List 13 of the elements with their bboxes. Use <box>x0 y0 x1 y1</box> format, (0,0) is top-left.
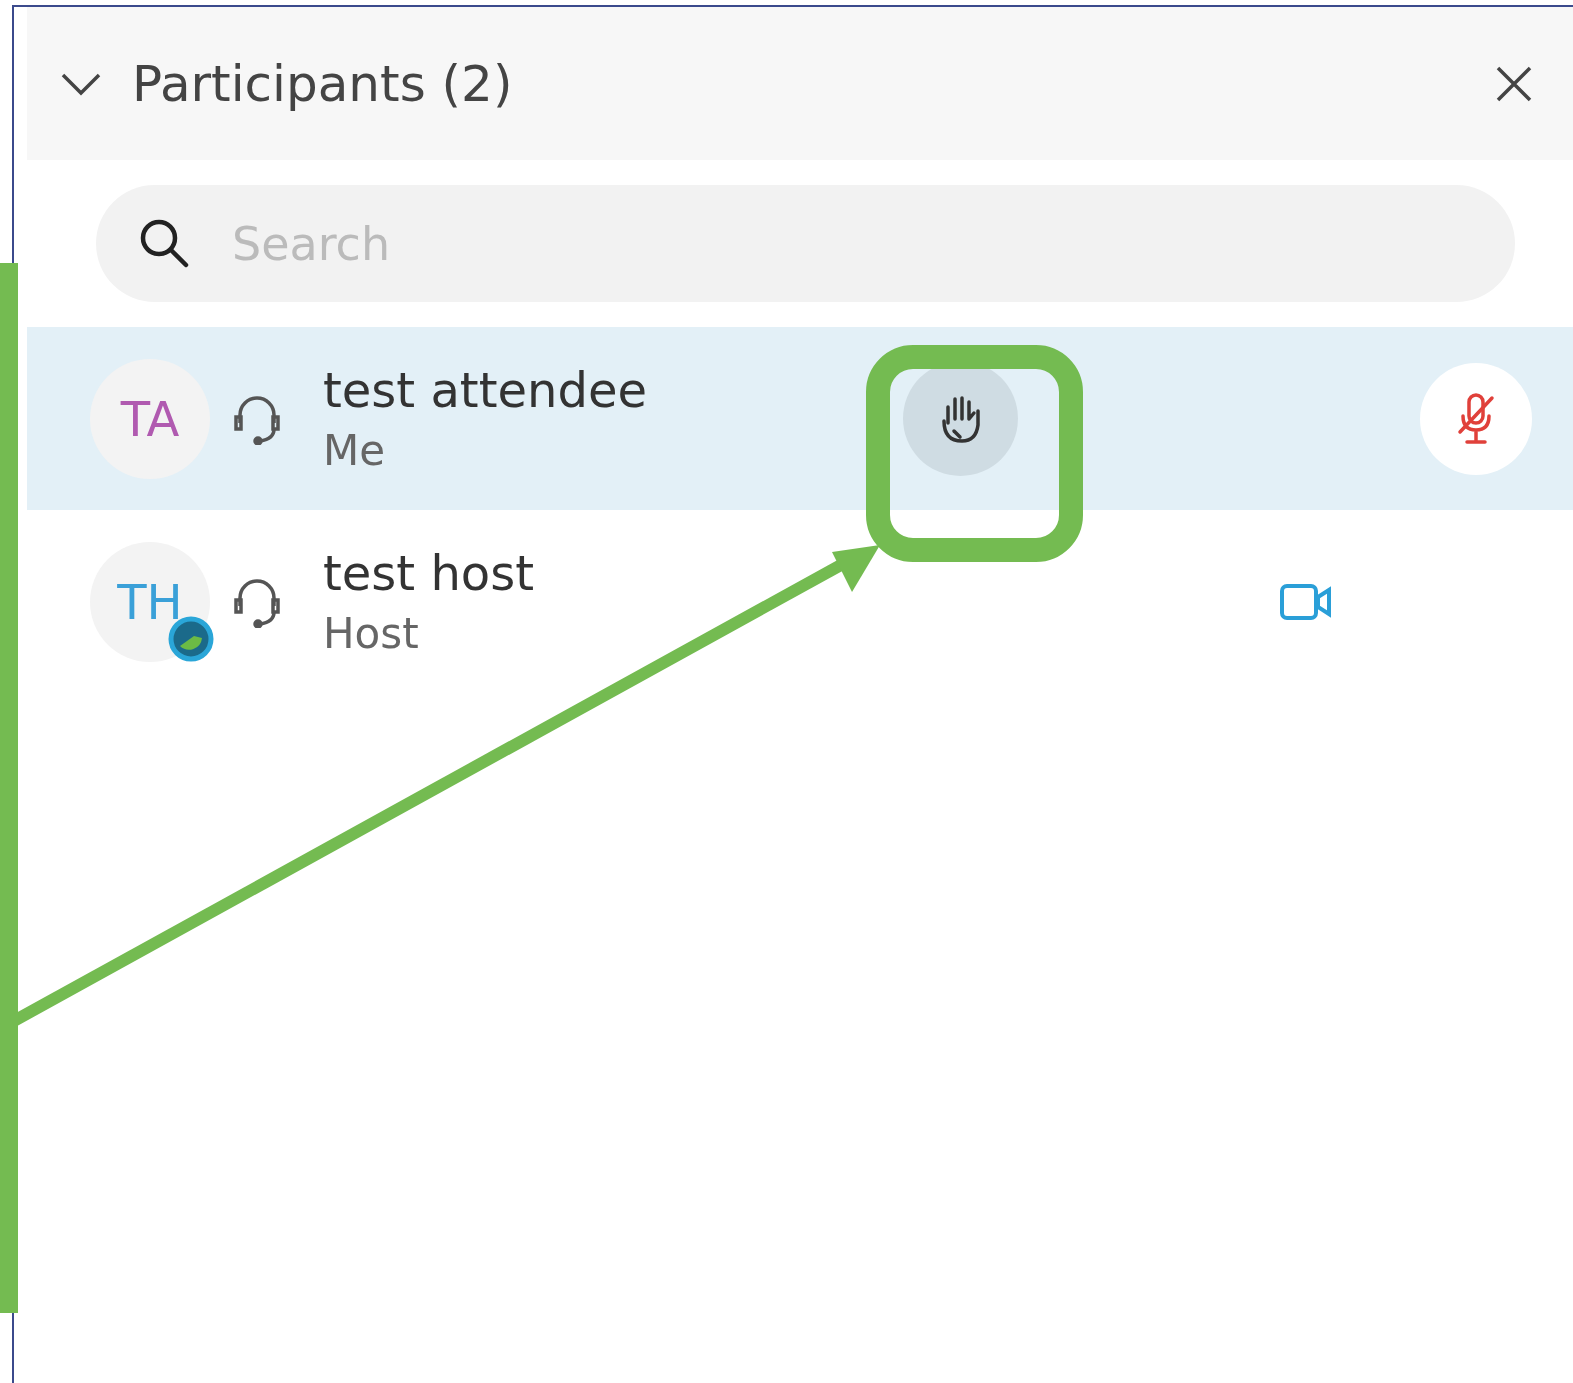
chevron-icon[interactable] <box>60 71 102 96</box>
participant-role: Me <box>323 426 387 475</box>
panel-title: Participants (2) <box>132 54 514 113</box>
avatar-initials: TA <box>120 390 180 447</box>
avatar-initials: TH <box>117 573 183 630</box>
participant-row[interactable]: TA test attendee Me <box>27 327 1573 510</box>
participant-role: Host <box>323 609 420 658</box>
participant-name: test attendee <box>323 362 648 418</box>
participant-row[interactable]: TH test host Host <box>27 510 1573 693</box>
participant-name: test host <box>323 545 536 601</box>
muted-microphone-icon <box>1456 391 1496 446</box>
close-button[interactable] <box>1495 64 1533 103</box>
search-icon <box>138 217 190 269</box>
